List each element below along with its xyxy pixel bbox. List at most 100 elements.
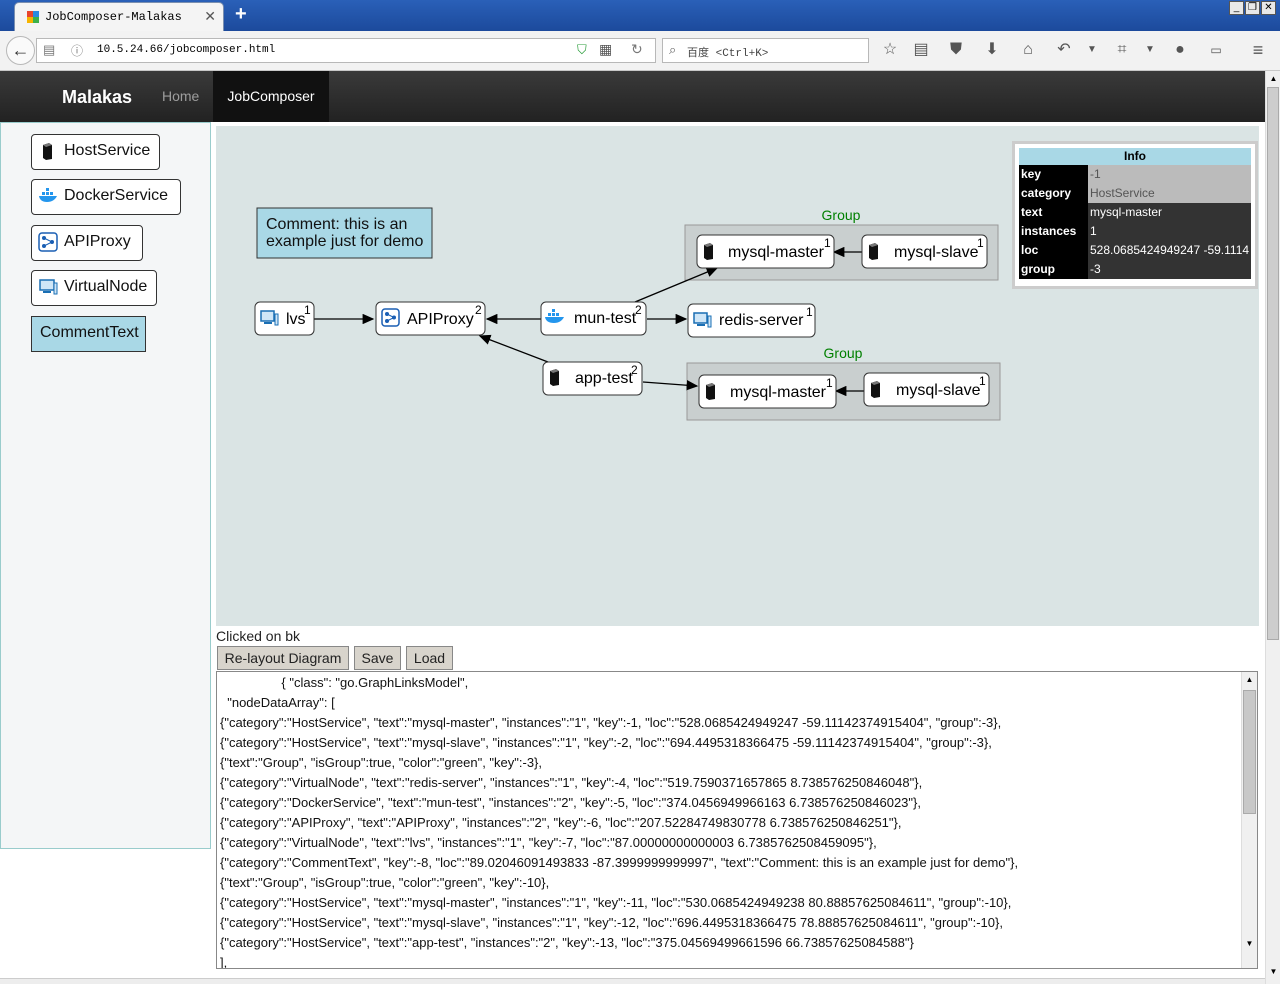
instances-badge: 1: [826, 376, 833, 390]
json-line: {"category":"APIProxy", "text":"APIProxy…: [220, 815, 902, 830]
scroll-down-icon[interactable]: ▼: [1244, 938, 1255, 950]
search-placeholder[interactable]: 百度 <Ctrl+K>: [687, 44, 768, 60]
node-mysql-master[interactable]: mysql-master 1: [696, 234, 835, 269]
crop-icon[interactable]: ⌗: [1112, 39, 1132, 61]
qr-code-icon[interactable]: ▦: [599, 41, 612, 58]
json-line: {"category":"HostService", "text":"mysql…: [220, 715, 1002, 730]
scroll-up-icon[interactable]: ▲: [1268, 73, 1279, 85]
close-window-icon[interactable]: ✕: [1261, 1, 1276, 15]
instances-badge: 1: [824, 236, 831, 250]
info-value-field[interactable]: -3: [1088, 260, 1251, 279]
json-line: {"text":"Group", "isGroup":true, "color"…: [220, 755, 543, 770]
json-line: {"category":"VirtualNode", "text":"redis…: [220, 775, 923, 790]
tabs-icon[interactable]: ▤: [43, 42, 55, 58]
group-label: Group: [822, 207, 861, 223]
dropdown-chevron-icon[interactable]: ▼: [1082, 39, 1102, 61]
navigation-toolbar: ← ▤ ⓘ 10.5.24.66/jobcomposer.html ⛉ ▦ ↻ …: [0, 31, 1280, 71]
nav-link-home[interactable]: Home: [162, 88, 199, 104]
dropdown-chevron-icon[interactable]: ▼: [1140, 39, 1160, 61]
undo-icon[interactable]: ↶: [1054, 39, 1074, 61]
node-mysql-slave[interactable]: mysql-slave 1: [861, 234, 988, 269]
load-button[interactable]: Load: [406, 646, 453, 670]
json-line: {"category":"CommentText", "key":-8, "lo…: [220, 855, 1019, 870]
node-mun-test[interactable]: mun-test 2: [540, 301, 647, 336]
info-icon[interactable]: ⓘ: [71, 42, 83, 59]
link-apptest-apiproxy[interactable]: [478, 334, 549, 363]
scroll-down-icon[interactable]: ▼: [1268, 966, 1279, 978]
comment-line: example just for demo: [266, 233, 424, 250]
reload-icon[interactable]: ↻: [631, 41, 643, 58]
palette-item-virtualnode[interactable]: VirtualNode: [31, 270, 157, 306]
info-key: group: [1019, 260, 1088, 279]
scrollbar-thumb[interactable]: [1243, 690, 1256, 814]
model-json-content[interactable]: { "class": "go.GraphLinksModel", "nodeDa…: [220, 673, 1019, 968]
back-button[interactable]: ←: [6, 36, 35, 65]
palette-item-label: DockerService: [64, 187, 169, 204]
comment-text-node[interactable]: Comment: this is an example just for dem…: [256, 207, 433, 259]
json-line: {"category":"HostService", "text":"mysql…: [220, 915, 1003, 930]
menu-icon[interactable]: ≡: [1248, 39, 1268, 61]
browser-tab[interactable]: JobComposer-Malakas ✕: [14, 2, 224, 31]
node-label: mun-test: [574, 310, 637, 327]
node-label: mysql-master: [730, 384, 827, 401]
palette-item-commenttext[interactable]: CommentText: [31, 316, 146, 352]
home-icon[interactable]: ⌂: [1018, 39, 1038, 61]
info-value-field[interactable]: mysql-master: [1088, 203, 1251, 222]
palette-item-apiproxy[interactable]: APIProxy: [31, 225, 143, 261]
node-redis-server[interactable]: redis-server 1: [687, 303, 816, 338]
link-muntest-mysqlmaster[interactable]: [634, 267, 719, 303]
bookmark-star-icon[interactable]: ☆: [880, 39, 900, 61]
instances-badge: 1: [977, 236, 984, 250]
json-line: {"category":"HostService", "text":"mysql…: [220, 895, 1012, 910]
json-line: { "class": "go.GraphLinksModel",: [220, 675, 469, 690]
save-button[interactable]: Save: [354, 646, 401, 670]
shield-icon[interactable]: ⛉: [577, 42, 587, 58]
url-text[interactable]: 10.5.24.66/jobcomposer.html: [97, 44, 275, 56]
search-bar[interactable]: ⌕ 百度 <Ctrl+K>: [662, 38, 869, 63]
palette-item-label: VirtualNode: [64, 278, 148, 295]
info-row-key: key -1: [1019, 165, 1251, 184]
info-key: key: [1019, 165, 1088, 184]
nav-link-jobcomposer[interactable]: JobComposer: [213, 71, 329, 122]
json-line: {"category":"VirtualNode", "text":"lvs",…: [220, 835, 877, 850]
pocket-icon[interactable]: ⛊: [946, 39, 966, 61]
window-bottom-edge: [0, 978, 1265, 984]
info-value-field[interactable]: 528.0685424949247 -59.1114: [1088, 241, 1251, 260]
instances-badge: 1: [979, 374, 986, 388]
palette-item-hostservice[interactable]: HostService: [31, 134, 160, 170]
page-scrollbar[interactable]: ▲ ▼: [1265, 71, 1280, 984]
node-lvs[interactable]: lvs 1: [254, 301, 315, 336]
textarea-scrollbar[interactable]: ▲ ▼: [1241, 672, 1257, 968]
close-tab-icon[interactable]: ✕: [204, 8, 216, 25]
minimize-icon[interactable]: _: [1229, 1, 1244, 15]
node-palette: HostService DockerService APIProxy Virtu…: [0, 122, 211, 849]
monitor-icon: [39, 279, 58, 295]
node-mysql-master[interactable]: mysql-master 1: [698, 374, 837, 409]
node-mysql-slave[interactable]: mysql-slave 1: [863, 372, 990, 407]
brand-logo[interactable]: Malakas: [62, 87, 132, 108]
url-bar[interactable]: ▤ ⓘ 10.5.24.66/jobcomposer.html ⛉ ▦ ↻: [36, 38, 656, 63]
server-icon: [871, 381, 880, 398]
server-icon: [706, 383, 715, 400]
scroll-up-icon[interactable]: ▲: [1244, 674, 1255, 686]
chat-bubble-icon[interactable]: ●: [1170, 39, 1190, 61]
info-value-field[interactable]: 1: [1088, 222, 1251, 241]
relayout-diagram-button[interactable]: Re-layout Diagram: [217, 646, 349, 670]
palette-item-label: APIProxy: [64, 233, 131, 250]
app-navbar: Malakas Home JobComposer: [0, 71, 1265, 122]
info-row-instances: instances 1: [1019, 222, 1251, 241]
scrollbar-thumb[interactable]: [1267, 87, 1279, 640]
json-line: {"category":"HostService", "text":"app-t…: [220, 935, 914, 950]
node-app-test[interactable]: app-test 2: [542, 361, 643, 396]
status-text: Clicked on bk: [216, 628, 301, 644]
download-icon[interactable]: ⬇: [982, 39, 1002, 61]
new-tab-button[interactable]: +: [235, 3, 247, 26]
node-apiproxy[interactable]: APIProxy 2: [375, 301, 486, 336]
sleep-icon[interactable]: ▭: [1206, 39, 1226, 61]
restore-icon[interactable]: ❐: [1245, 1, 1260, 15]
json-line: {"category":"HostService", "text":"mysql…: [220, 735, 992, 750]
model-json-textarea[interactable]: { "class": "go.GraphLinksModel", "nodeDa…: [216, 671, 1258, 969]
palette-item-dockerservice[interactable]: DockerService: [31, 179, 181, 215]
reading-list-icon[interactable]: ▤: [911, 39, 931, 61]
info-row-text: text mysql-master: [1019, 203, 1251, 222]
